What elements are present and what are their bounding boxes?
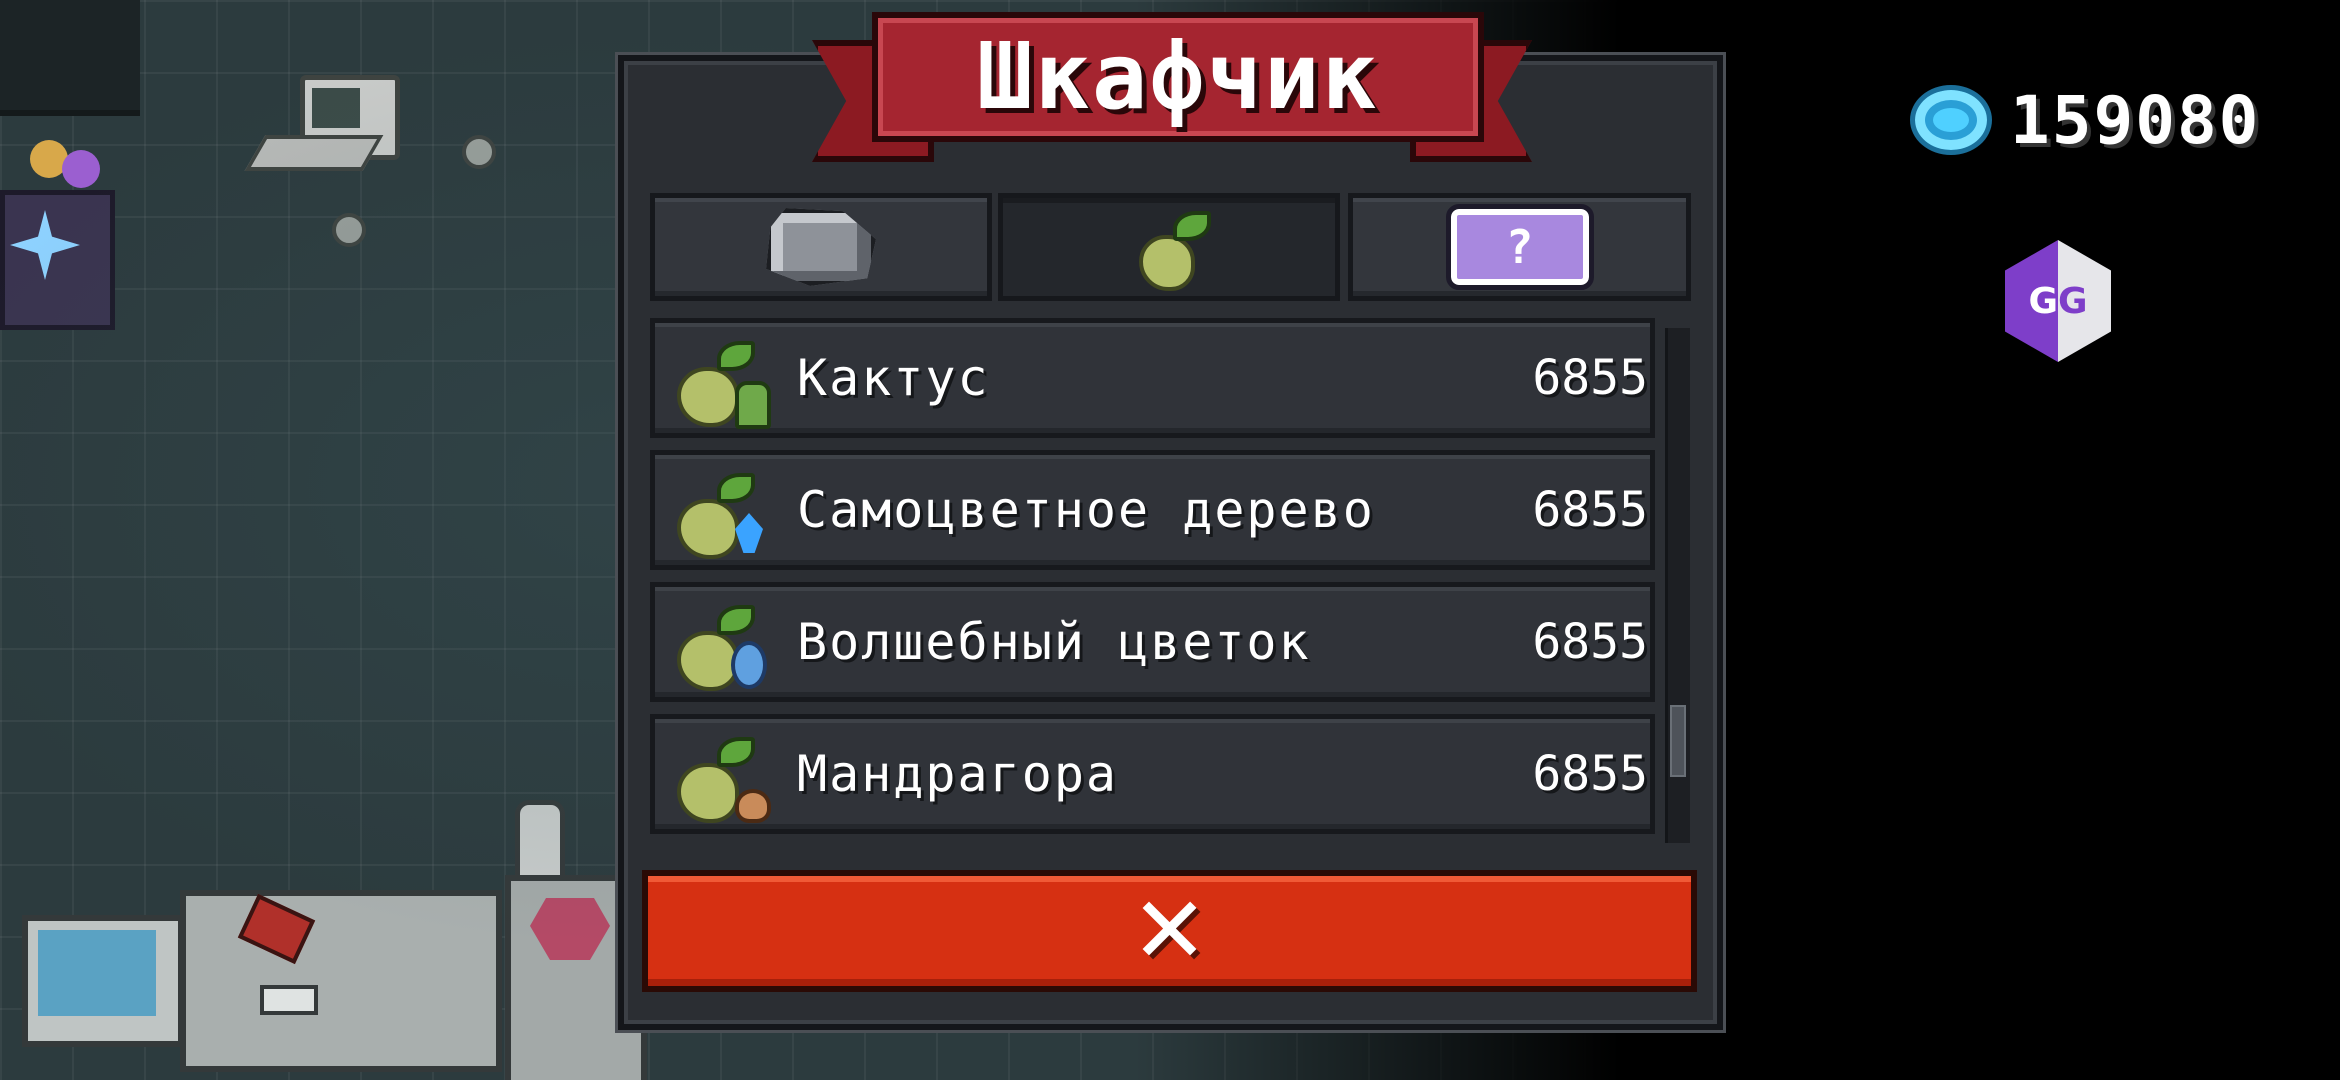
gem-decoration (530, 898, 610, 960)
gg-letter-left: G (2028, 280, 2058, 322)
ticket-icon-label: ? (1505, 220, 1534, 274)
item-name: Кактус (797, 349, 990, 407)
item-count: 6855 (1532, 350, 1648, 406)
banner-body: Шкафчик (872, 12, 1484, 142)
ore-icon (766, 208, 876, 286)
item-decoration (30, 140, 68, 178)
mandrake-seed-icon (673, 729, 771, 824)
list-scrollbar[interactable] (1665, 328, 1690, 843)
gem-icon (1910, 85, 1992, 155)
cactus-seed-icon (673, 333, 771, 429)
item-name: Мандрагора (797, 745, 1119, 803)
workbench (180, 890, 502, 1072)
close-button[interactable]: ✕ (642, 870, 1697, 992)
list-item[interactable]: Волшебный цветок 6855 (650, 582, 1655, 702)
computer-decoration (300, 75, 400, 160)
computer-screen-decoration (312, 88, 360, 128)
scrollbar-thumb[interactable] (1670, 705, 1686, 777)
gem-amount: 159080 (2010, 81, 2261, 159)
item-count: 6855 (1532, 746, 1648, 802)
crystal-decoration-icon (10, 210, 80, 280)
keyboard-decoration (244, 135, 384, 171)
list-item[interactable]: Самоцветное дерево 6855 (650, 450, 1655, 570)
tab-tickets[interactable]: ? (1348, 193, 1691, 301)
close-icon: ✕ (1130, 877, 1209, 984)
title-banner: Шкафчик (812, 12, 1532, 162)
gas-tank-decoration (515, 800, 565, 910)
ticket-icon: ? (1445, 204, 1594, 290)
hammer-icon (260, 985, 318, 1015)
magic-flower-seed-icon (673, 597, 763, 692)
wall-segment (0, 0, 140, 116)
item-decoration (62, 150, 100, 188)
gem-tree-seed-icon (673, 465, 763, 560)
gear-icon (462, 135, 496, 169)
dialog-title: Шкафчик (977, 23, 1379, 130)
tab-materials[interactable] (650, 193, 992, 301)
monitor-screen-decoration (38, 930, 156, 1016)
game-guardian-icon[interactable]: G G (2005, 240, 2111, 362)
book-decoration (237, 893, 316, 965)
tab-seeds[interactable] (998, 193, 1340, 301)
monitor-decoration (22, 915, 184, 1047)
display-shelf (0, 190, 115, 330)
list-item[interactable]: Кактус 6855 (650, 318, 1655, 438)
gear-icon (332, 213, 366, 247)
gem-counter: 159080 (1910, 80, 2260, 160)
item-count: 6855 (1532, 614, 1648, 670)
item-name: Самоцветное дерево (797, 481, 1375, 539)
game-screen: Шкафчик ? Кактус 6855 Самоцветное дерево… (0, 0, 2340, 1080)
item-name: Волшебный цветок (797, 613, 1311, 671)
seed-icon (1129, 207, 1211, 291)
seed-list[interactable]: Кактус 6855 Самоцветное дерево 6855 Волш… (650, 318, 1690, 848)
list-item[interactable]: Мандрагора 6855 (650, 714, 1655, 834)
gg-letter-right: G (2058, 280, 2088, 322)
item-count: 6855 (1532, 482, 1648, 538)
